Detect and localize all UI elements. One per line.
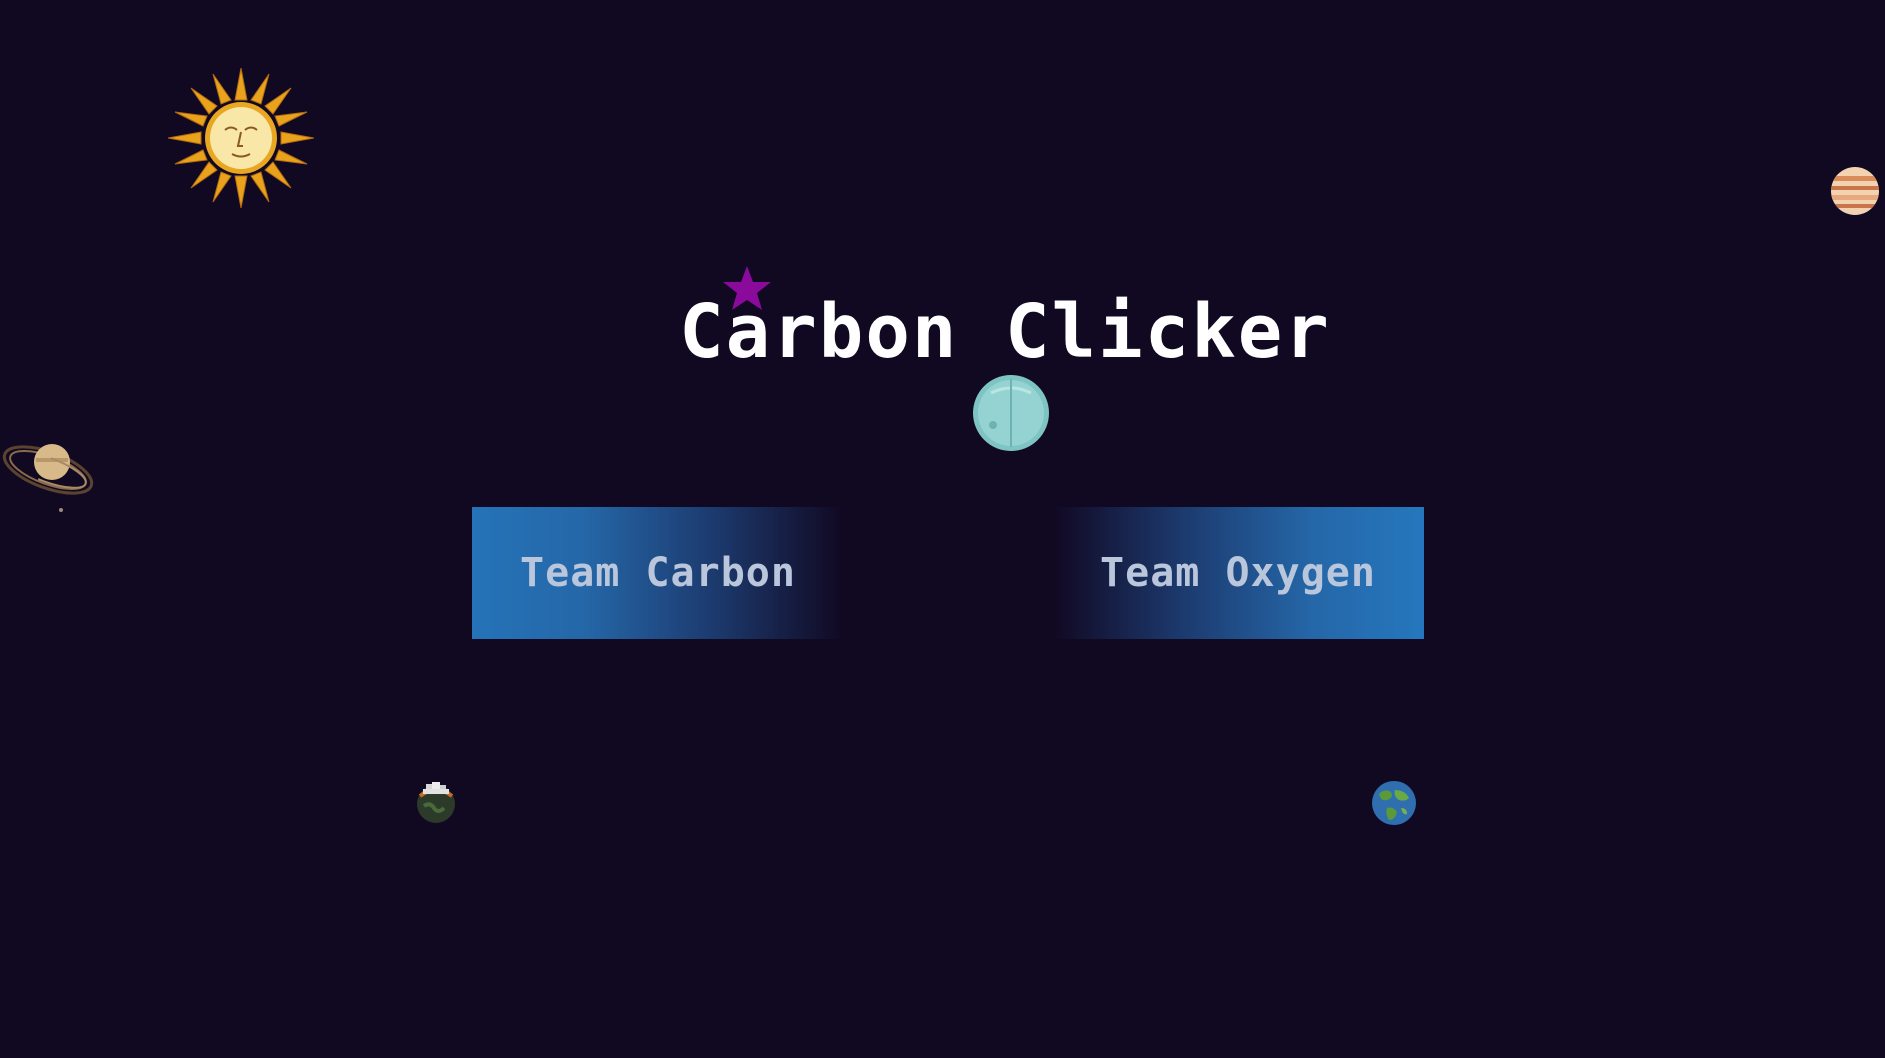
jupiter-icon (1831, 167, 1879, 215)
uranus-icon (973, 375, 1049, 451)
team-carbon-button[interactable]: Team Carbon (472, 507, 844, 639)
team-oxygen-button[interactable]: Team Oxygen (1052, 507, 1424, 639)
game-stage: Carbon Clicker Team Carbon Team Oxygen (0, 0, 1885, 1058)
saturn-icon (2, 444, 94, 512)
polluted-earth-icon (417, 782, 455, 823)
earth-icon (1372, 781, 1416, 825)
game-title: Carbon Clicker (679, 289, 1331, 375)
sun-icon (168, 68, 314, 208)
